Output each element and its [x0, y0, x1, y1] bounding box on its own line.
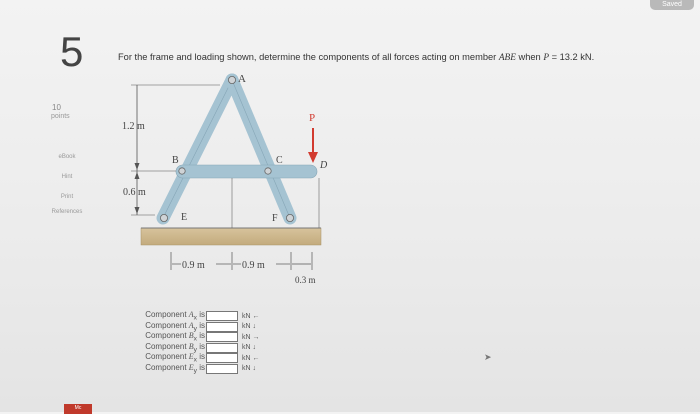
answer-input-ay[interactable] [206, 321, 238, 332]
answer-unit-by: kN ↓ [242, 344, 256, 352]
mcgraw-hill-logo: Mc [64, 404, 92, 414]
answer-label-ey: Component Ey is [145, 362, 205, 375]
pin-f [285, 213, 294, 222]
answer-unit-ax: kN ← [242, 312, 260, 320]
pin-e [159, 213, 168, 222]
answer-row-ay: Component Ay is kN ↓ [128, 321, 260, 333]
member-abe-edge [162, 79, 233, 219]
dim-label-0-6m: 0.6 m [123, 187, 146, 198]
answer-unit-bx: kN → [242, 333, 260, 341]
load-p-arrowhead [308, 152, 318, 163]
member-acf-edge [231, 79, 291, 219]
dim-label-0-9m-a: 0.9 m [182, 260, 205, 271]
pin-c [264, 167, 272, 175]
answer-row-ey: Component Ey is kN ↓ [128, 362, 260, 375]
answer-row-ax: Component Ax is kN ← [128, 310, 260, 322]
answer-input-ey[interactable] [206, 363, 238, 374]
answer-input-ax[interactable] [206, 311, 238, 322]
dim-arrow-down-1 [134, 163, 140, 170]
label-c: C [276, 155, 283, 166]
pin-a [227, 76, 236, 85]
dim-arrow-up-1 [134, 172, 140, 179]
member-bcd [175, 164, 318, 179]
dim-label-0-9m-b: 0.9 m [242, 260, 265, 271]
answer-row-by: Component By is kN ↓ [128, 342, 260, 354]
dim-label-0-3m: 0.3 m [295, 275, 316, 285]
answer-input-bx[interactable] [206, 332, 238, 343]
dim-label-1-2m: 1.2 m [122, 121, 145, 132]
answer-input-by[interactable] [206, 342, 238, 353]
mouse-cursor-icon: ➤ [484, 352, 492, 362]
label-p: P [309, 112, 315, 124]
label-a: A [238, 73, 246, 85]
pin-b [178, 167, 186, 175]
answer-row-bx: Component Bx is kN → [128, 331, 260, 343]
dim-arrow-down-2 [134, 207, 140, 214]
answer-row-ex: Component Ex is kN ← [128, 352, 260, 364]
answer-unit-ex: kN ← [242, 354, 260, 362]
answer-input-ex[interactable] [206, 353, 238, 364]
answer-form: Component Ax is kN ← Component Ay is kN … [128, 310, 260, 375]
frame-figure: A B C D E F P 1.2 m 0.6 m 0.9 m 0.9 m 0.… [122, 73, 328, 285]
answer-unit-ey: kN ↓ [242, 365, 256, 373]
label-b: B [172, 155, 179, 166]
label-e: E [181, 212, 187, 223]
ground-base [140, 227, 322, 246]
label-f: F [272, 213, 278, 224]
answer-unit-ay: kN ↓ [242, 323, 256, 331]
label-d: D [319, 160, 328, 171]
